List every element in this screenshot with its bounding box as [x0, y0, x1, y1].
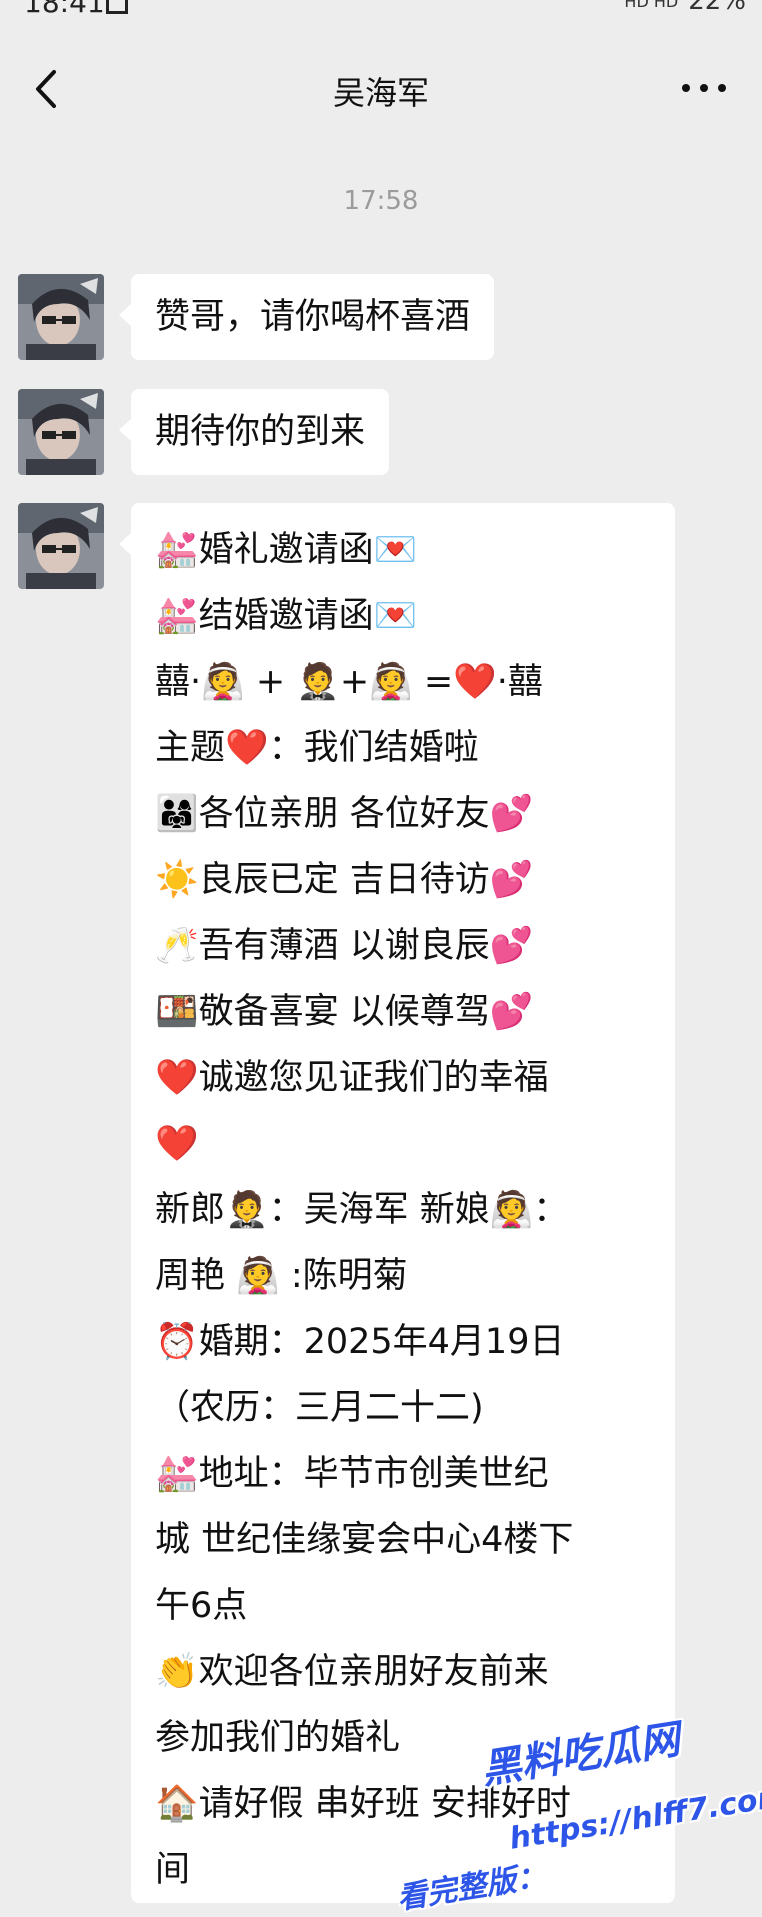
invitation-line: 新郎🤵：吴海军 新娘👰： — [155, 1190, 569, 1230]
status-bar: 18:41 HD HD 22% — [0, 0, 762, 22]
avatar-image — [18, 274, 104, 360]
more-dots-icon — [682, 84, 726, 92]
avatar[interactable] — [18, 274, 104, 360]
invitation-line: 囍·👰 + 🤵+👰 =❤️·囍 — [155, 662, 543, 702]
invitation-line: 👏欢迎各位亲朋好友前来 — [155, 1652, 549, 1692]
message-bubble[interactable]: 期待你的到来 — [118, 389, 390, 475]
image-notification-icon — [106, 0, 128, 14]
invitation-line: 城 世纪佳缘宴会中心4楼下 — [155, 1520, 574, 1560]
invitation-line: 参加我们的婚礼 — [155, 1718, 401, 1758]
invitation-line: ⏰婚期：2025年4月19日 — [155, 1322, 565, 1362]
message-bubble[interactable]: 赞哥，请你喝杯喜酒 — [118, 274, 495, 360]
invitation-message-bubble[interactable]: 💒婚礼邀请函💌 💒结婚邀请函💌 囍·👰 + 🤵+👰 =❤️·囍 主题❤️：我们结… — [119, 503, 675, 1903]
invitation-line: ☀️良辰已定 吉日待访💕 — [155, 860, 534, 900]
battery-level: 22% — [688, 0, 746, 16]
chat-title: 吴海军 — [332, 74, 429, 112]
invitation-line: 🥂吾有薄酒 以谢良辰💕 — [155, 926, 534, 966]
invitation-line: 💒婚礼邀请函💌 — [155, 530, 418, 570]
invitation-line: 👨‍👩‍👧各位亲朋 各位好友💕 — [155, 794, 534, 834]
avatar[interactable] — [18, 389, 104, 475]
status-time: 18:41 — [24, 0, 105, 19]
invitation-line: （农历：三月二十二) — [155, 1388, 484, 1428]
invitation-line: 🏠请好假 串好班 安排好时 — [155, 1784, 571, 1824]
invitation-line: 主题❤️：我们结婚啦 — [155, 728, 479, 768]
invitation-line: ❤️ — [155, 1124, 199, 1164]
invitation-line: 💒地址：毕节市创美世纪 — [155, 1454, 549, 1494]
status-indicators: HD HD 22% — [624, 0, 746, 16]
avatar[interactable] — [18, 503, 104, 589]
nav-bar: 吴海军 — [0, 40, 762, 140]
more-button[interactable] — [674, 68, 734, 108]
invitation-line: 💒结婚邀请函💌 — [155, 596, 418, 636]
invitation-line: 间 — [155, 1850, 191, 1890]
avatar-image — [18, 503, 104, 589]
signal-icon: HD HD — [624, 0, 679, 11]
invitation-line: 周艳 👰 :陈明菊 — [155, 1256, 408, 1296]
invitation-line: ❤️诚邀您见证我们的幸福 — [155, 1058, 549, 1098]
invitation-line: 午6点 — [155, 1586, 248, 1626]
invitation-line: 🍱敬备喜宴 以候尊驾💕 — [155, 992, 534, 1032]
chat-timestamp: 17:58 — [343, 186, 419, 216]
avatar-image — [18, 389, 104, 475]
